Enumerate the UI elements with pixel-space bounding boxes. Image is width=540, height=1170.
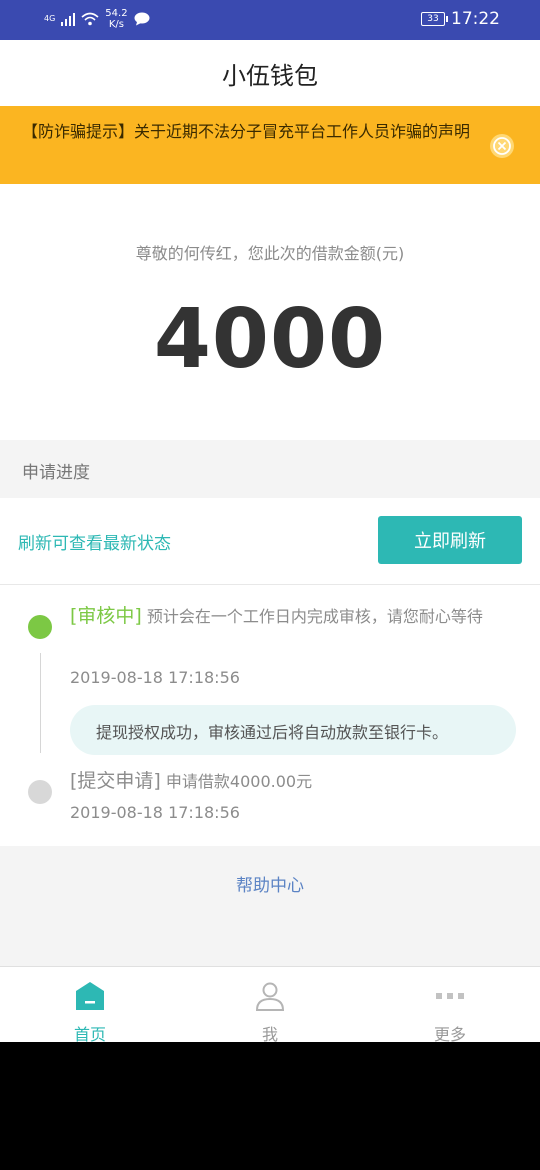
step-review-note: 提现授权成功，审核通过后将自动放款至银行卡。 — [70, 705, 516, 755]
notice-text[interactable]: 【防诈骗提示】关于近期不法分子冒充平台工作人员诈骗的声明 — [22, 118, 472, 145]
tab-home-label: 首页 — [73, 1025, 106, 1042]
wifi-icon — [81, 12, 99, 26]
step-submit-text: [提交申请] 申请借款4000.00元 — [70, 766, 516, 797]
status-right: 33 17:22 — [421, 9, 500, 29]
tab-home[interactable]: 首页 — [0, 967, 180, 1042]
amount-label: 尊敬的何传红，您此次的借款金额(元) — [135, 244, 405, 263]
loan-amount-card: 尊敬的何传红，您此次的借款金额(元) 4000 — [0, 184, 540, 440]
network-type: 4G — [44, 14, 56, 23]
user-icon — [255, 982, 285, 1011]
fraud-notice-banner[interactable]: 【防诈骗提示】关于近期不法分子冒充平台工作人员诈骗的声明 — [0, 106, 540, 184]
status-left: 4G 54.2 K/s — [44, 8, 150, 30]
status-bar: 4G 54.2 K/s 33 17:22 — [0, 0, 540, 40]
progress-timeline: [审核中] 预计会在一个工作日内完成审核，请您耐心等待 2019-08-18 1… — [0, 585, 540, 846]
more-icon — [436, 993, 464, 999]
step-review-time: 2019-08-18 17:18:56 — [70, 668, 240, 687]
step-review-status: [审核中] — [70, 605, 142, 627]
timeline-connector — [40, 653, 41, 753]
speed-value: 54.2 — [105, 8, 128, 19]
step-submit-time: 2019-08-18 17:18:56 — [70, 803, 240, 822]
amount-value: 4000 — [153, 292, 387, 387]
step-dot-done — [28, 780, 52, 804]
step-submit-description: 申请借款4000.00元 — [160, 772, 313, 791]
page-title: 小伍钱包 — [222, 62, 318, 90]
tab-more-label: 更多 — [433, 1025, 466, 1042]
step-dot-active — [28, 615, 52, 639]
refresh-row: 刷新可查看最新状态 立即刷新 — [0, 498, 540, 585]
tab-me[interactable]: 我 — [180, 967, 360, 1042]
tab-me-label: 我 — [261, 1025, 278, 1042]
network-speed: 54.2 K/s — [105, 8, 127, 30]
step-review-text: [审核中] 预计会在一个工作日内完成审核，请您耐心等待 — [70, 601, 516, 632]
home-icon — [76, 982, 104, 1010]
progress-heading-text: 申请进度 — [22, 463, 90, 483]
message-icon — [134, 12, 150, 26]
signal-icon — [61, 12, 76, 26]
step-review-note-text: 提现授权成功，审核通过后将自动放款至银行卡。 — [96, 723, 449, 742]
step-submit-status: [提交申请] — [70, 770, 161, 792]
refresh-button[interactable]: 立即刷新 — [378, 516, 522, 564]
battery-icon: 33 — [421, 12, 448, 26]
progress-heading: 申请进度 — [0, 440, 540, 498]
app-screen: 4G 54.2 K/s 33 17:22 小伍钱包 【防诈骗提示】关于近期不法分… — [0, 0, 540, 1042]
bottom-tab-bar: 首页 我 更多 — [0, 966, 540, 1042]
app-header: 小伍钱包 — [0, 40, 540, 107]
step-review-description: 预计会在一个工作日内完成审核，请您耐心等待 — [141, 607, 483, 626]
speed-unit: K/s — [108, 19, 124, 30]
close-icon — [493, 137, 511, 155]
tab-more[interactable]: 更多 — [360, 967, 540, 1042]
notice-close-button[interactable] — [490, 134, 514, 158]
refresh-tip: 刷新可查看最新状态 — [18, 534, 171, 554]
clock: 17:22 — [451, 9, 500, 29]
help-center-link[interactable]: 帮助中心 — [0, 871, 540, 896]
